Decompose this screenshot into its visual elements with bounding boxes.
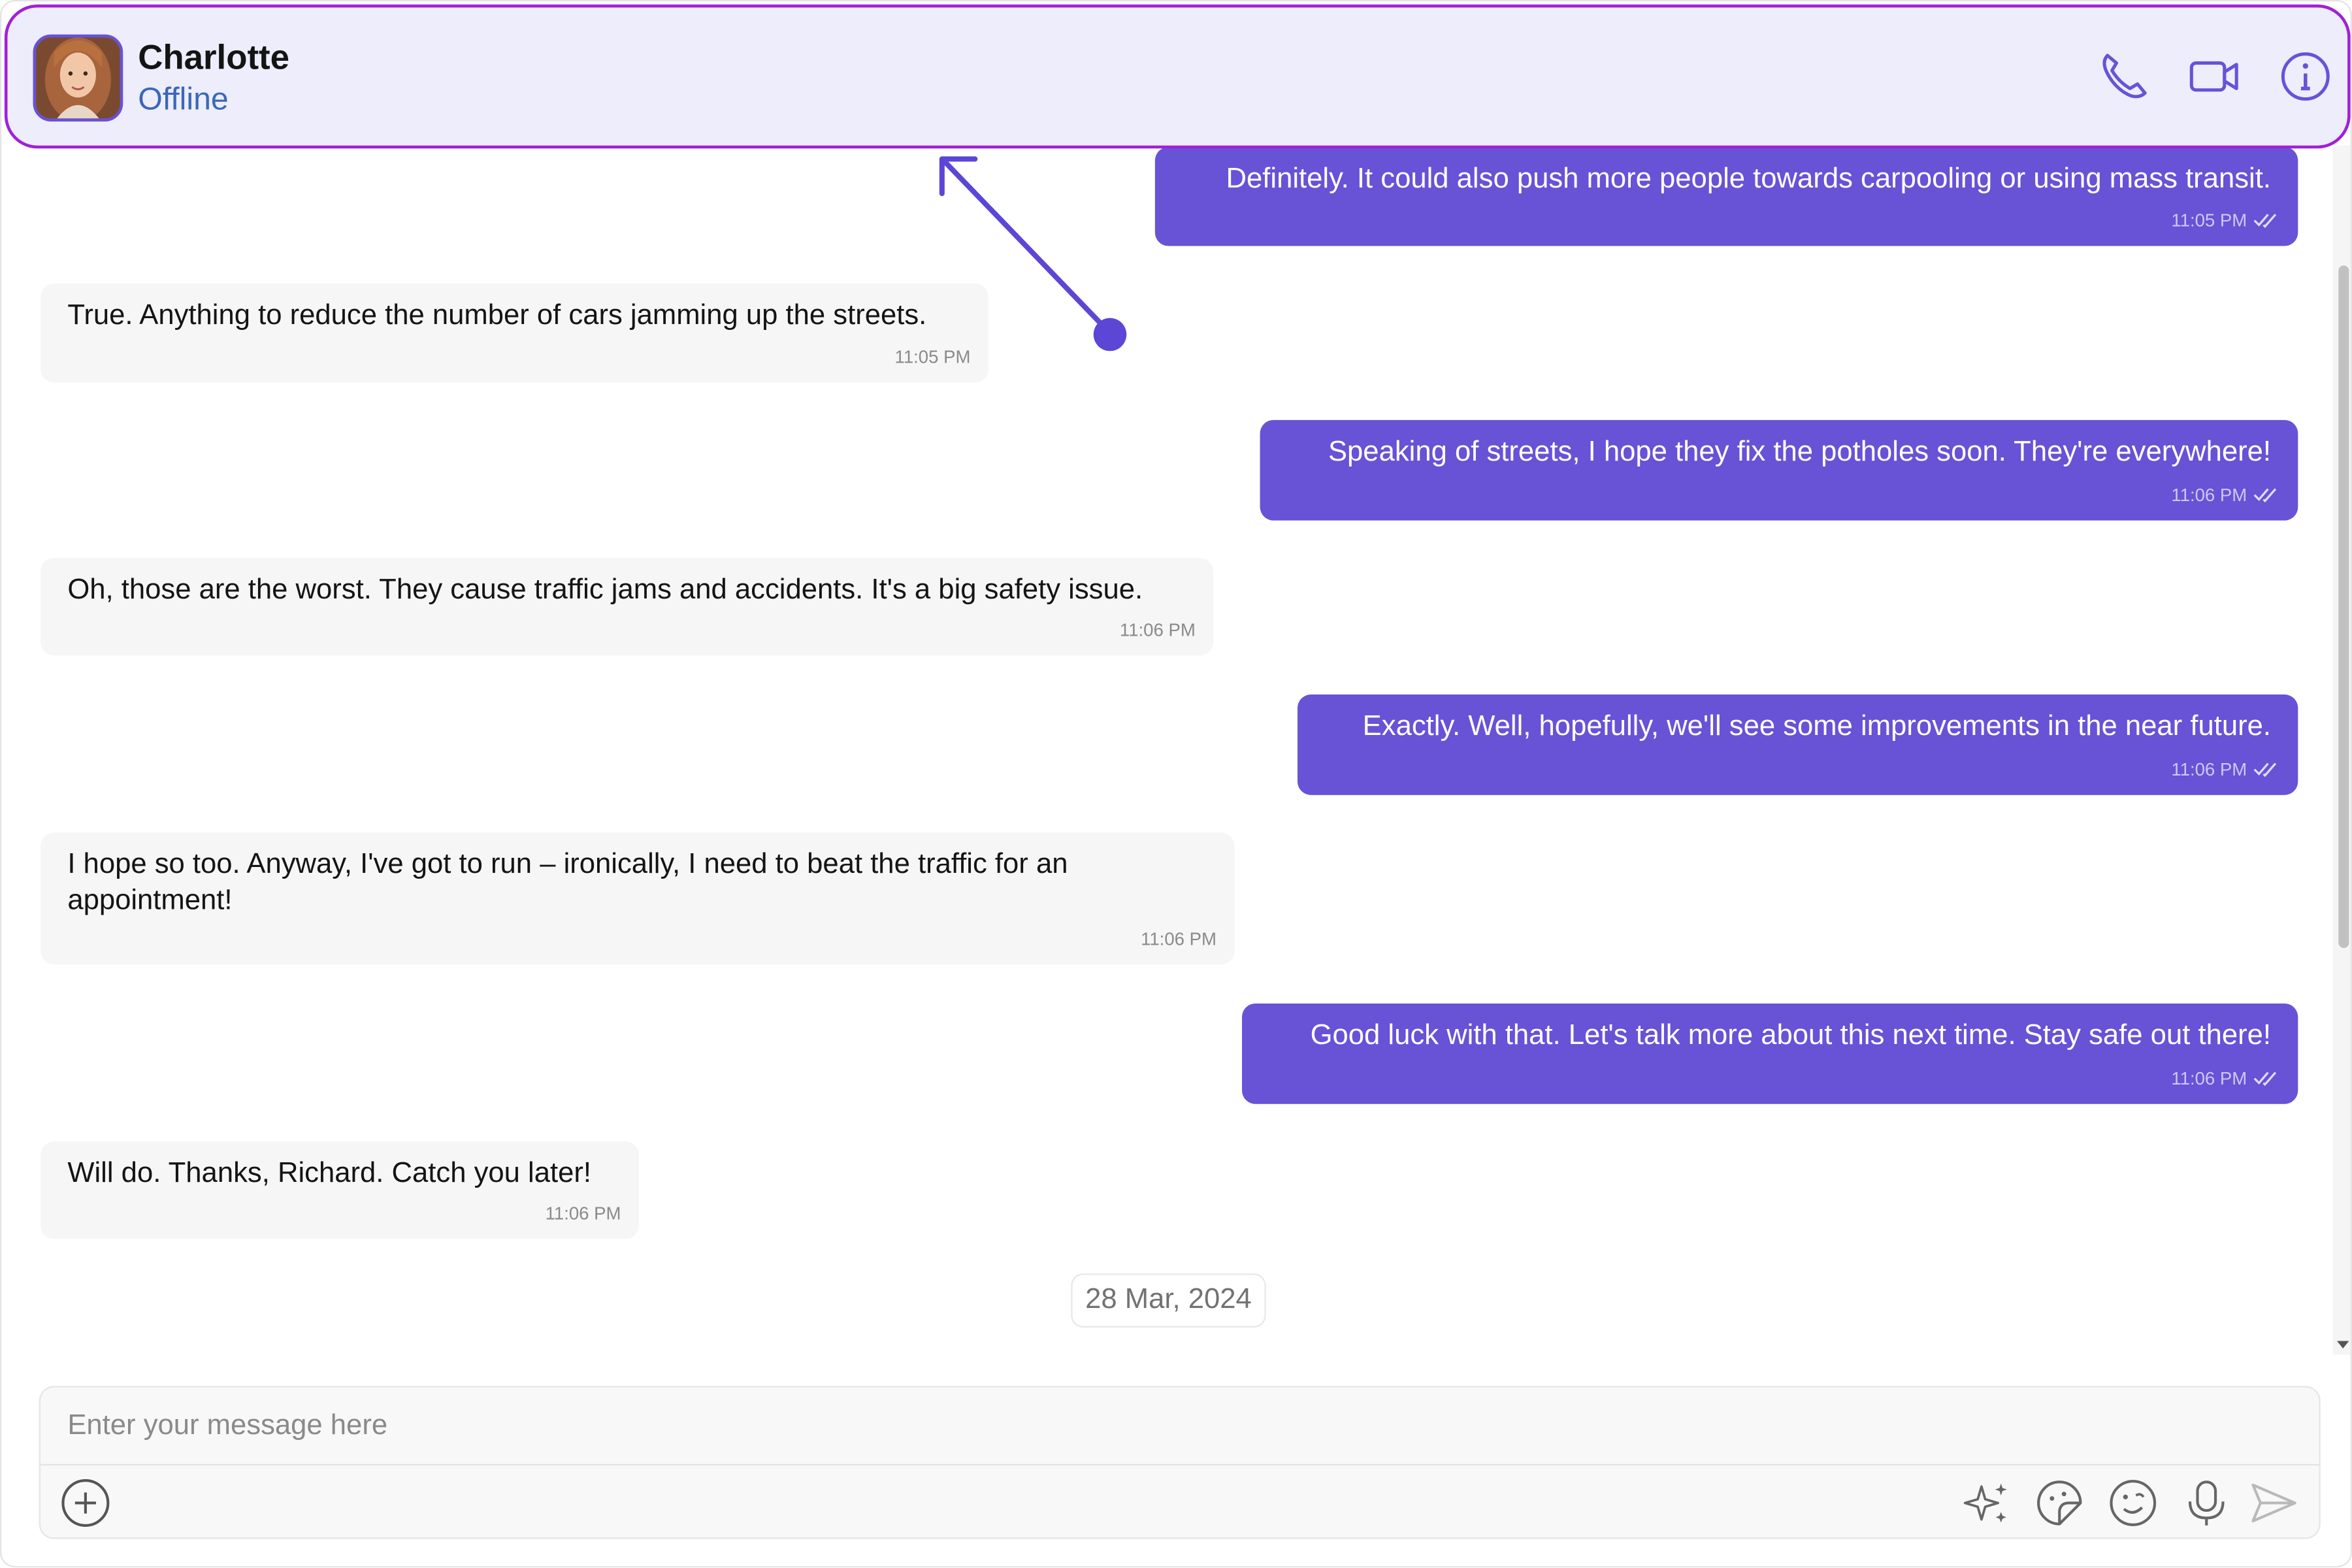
message-text: Speaking of streets, I hope they fix the…	[1328, 436, 2271, 468]
ai-sparkle-icon[interactable]	[1962, 1477, 2013, 1528]
message-bubble-outgoing[interactable]: Exactly. Well, hopefully, we'll see some…	[1297, 694, 2298, 795]
info-icon[interactable]	[2278, 50, 2332, 104]
message-bubble-incoming[interactable]: Will do. Thanks, Richard. Catch you late…	[40, 1141, 640, 1239]
message-bubble-outgoing[interactable]: Definitely. It could also push more peop…	[1154, 146, 2298, 246]
chat-window: Definitely. It could also push more peop…	[0, 0, 2352, 1568]
message-time: 11:06 PM	[2171, 759, 2247, 780]
message-meta: 11:06 PM	[1120, 619, 1196, 640]
message-time: 11:06 PM	[1141, 928, 1217, 950]
double-check-icon	[2253, 488, 2277, 503]
double-check-icon	[2253, 1071, 2277, 1086]
add-attachment-icon[interactable]	[60, 1477, 111, 1528]
message-time: 11:06 PM	[2171, 1068, 2247, 1089]
message-time: 11:06 PM	[2171, 484, 2247, 506]
message-time: 11:05 PM	[2171, 210, 2247, 231]
message-text: Definitely. It could also push more peop…	[1226, 163, 2271, 195]
message-time: 11:06 PM	[1119, 619, 1196, 641]
message-text: True. Anything to reduce the number of c…	[67, 300, 927, 332]
double-check-icon	[2253, 214, 2277, 229]
message-bubble-outgoing[interactable]: Good luck with that. Let's talk more abo…	[1242, 1003, 2298, 1104]
message-input[interactable]	[40, 1387, 2319, 1466]
message-bubble-outgoing[interactable]: Speaking of streets, I hope they fix the…	[1260, 419, 2298, 521]
message-text: Good luck with that. Let's talk more abo…	[1310, 1020, 2271, 1052]
message-text: Oh, those are the worst. They cause traf…	[67, 574, 1143, 606]
video-camera-icon[interactable]	[2187, 50, 2241, 104]
scrollbar[interactable]	[2332, 145, 2351, 1355]
chat-frame: Definitely. It could also push more peop…	[0, 0, 2352, 1568]
message-meta: 11:06 PM	[2171, 759, 2279, 780]
message-bubble-incoming[interactable]: Oh, those are the worst. They cause traf…	[40, 558, 1214, 656]
scroll-down-arrow-icon[interactable]	[2337, 1341, 2349, 1349]
message-text: I hope so too. Anyway, I've got to run –…	[67, 849, 1068, 917]
emoji-icon[interactable]	[2108, 1477, 2159, 1528]
message-bubble-incoming[interactable]: True. Anything to reduce the number of c…	[40, 283, 988, 383]
contact-name: Charlotte	[138, 37, 290, 77]
message-bubble-incoming[interactable]: I hope so too. Anyway, I've got to run –…	[40, 832, 1235, 965]
date-separator: 28 Mar, 2024	[1071, 1273, 1266, 1328]
message-list[interactable]: Definitely. It could also push more peop…	[1, 1, 2350, 1351]
contact-status: Offline	[138, 82, 229, 118]
message-meta: 11:06 PM	[2171, 1068, 2279, 1089]
phone-icon[interactable]	[2097, 50, 2151, 104]
message-text: Exactly. Well, hopefully, we'll see some…	[1362, 711, 2271, 743]
message-meta: 11:06 PM	[1141, 928, 1217, 949]
message-composer	[39, 1386, 2321, 1539]
message-meta: 11:06 PM	[2171, 485, 2279, 506]
message-meta: 11:05 PM	[2171, 210, 2279, 231]
double-check-icon	[2253, 762, 2277, 777]
user-avatar-photo-icon	[36, 37, 120, 119]
scrollbar-thumb[interactable]	[2338, 265, 2349, 949]
message-meta: 11:06 PM	[546, 1203, 621, 1224]
user-avatar[interactable]	[33, 34, 123, 122]
send-icon[interactable]	[2249, 1477, 2300, 1528]
message-text: Will do. Thanks, Richard. Catch you late…	[67, 1158, 592, 1190]
message-time: 11:06 PM	[545, 1203, 621, 1224]
microphone-icon[interactable]	[2181, 1477, 2232, 1528]
message-time: 11:05 PM	[894, 346, 971, 368]
sticker-icon[interactable]	[2034, 1477, 2085, 1528]
message-meta: 11:05 PM	[895, 346, 971, 367]
chat-header: Charlotte Offline	[4, 4, 2351, 149]
